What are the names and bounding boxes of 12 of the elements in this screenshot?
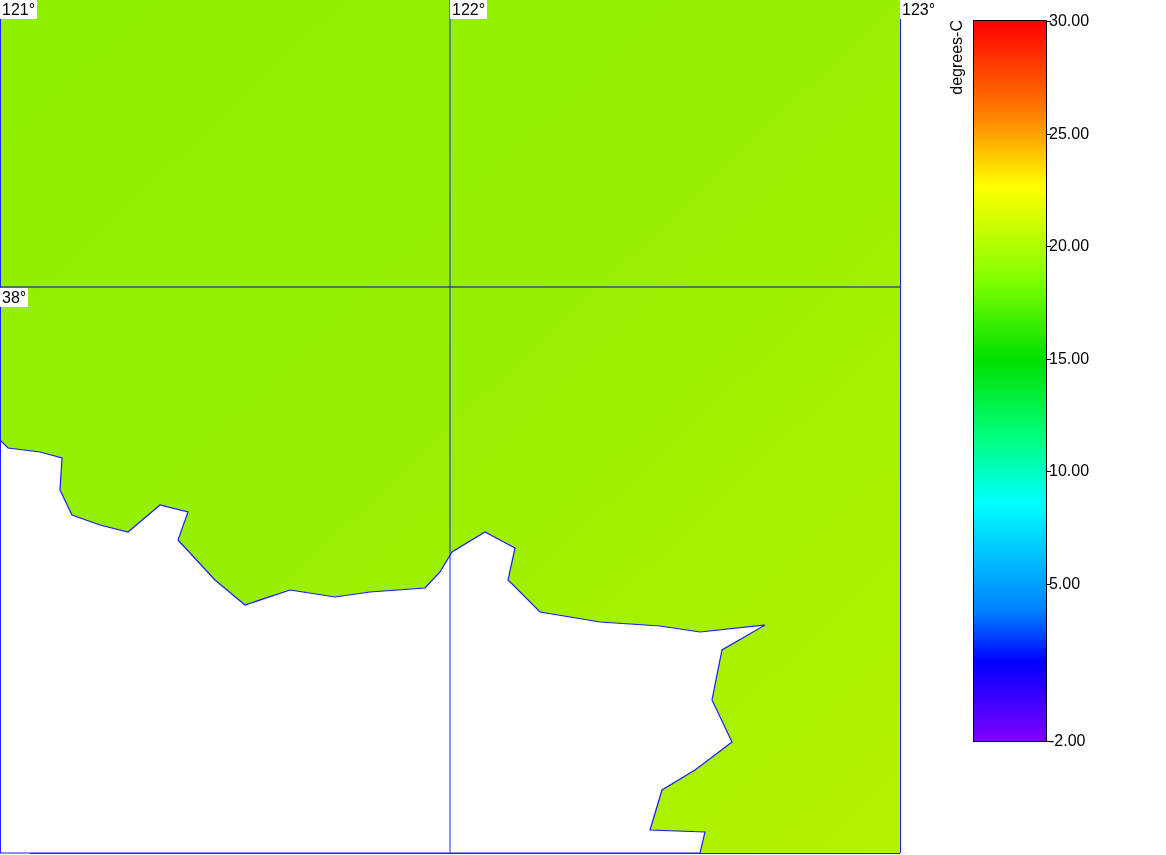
colorbar-tick-label: 30.00 bbox=[1049, 12, 1090, 30]
longitude-label: 123° bbox=[900, 0, 938, 19]
colorbar-tick-label: -2.00 bbox=[1049, 732, 1086, 750]
longitude-label: 122° bbox=[450, 0, 488, 19]
colorbar-unit-label: degrees-C bbox=[948, 20, 966, 97]
colorbar-tick-label: 15.00 bbox=[1049, 349, 1090, 368]
latitude-label: 38° bbox=[0, 288, 29, 307]
colorbar-tick-label: 10.00 bbox=[1049, 462, 1090, 480]
longitude-label: 121° bbox=[0, 0, 38, 19]
colorbar-tick-label: 25.00 bbox=[1049, 124, 1090, 143]
colorbar-tick-label: 20.00 bbox=[1049, 237, 1090, 255]
colorbar-tick-label: 5.00 bbox=[1049, 574, 1081, 593]
